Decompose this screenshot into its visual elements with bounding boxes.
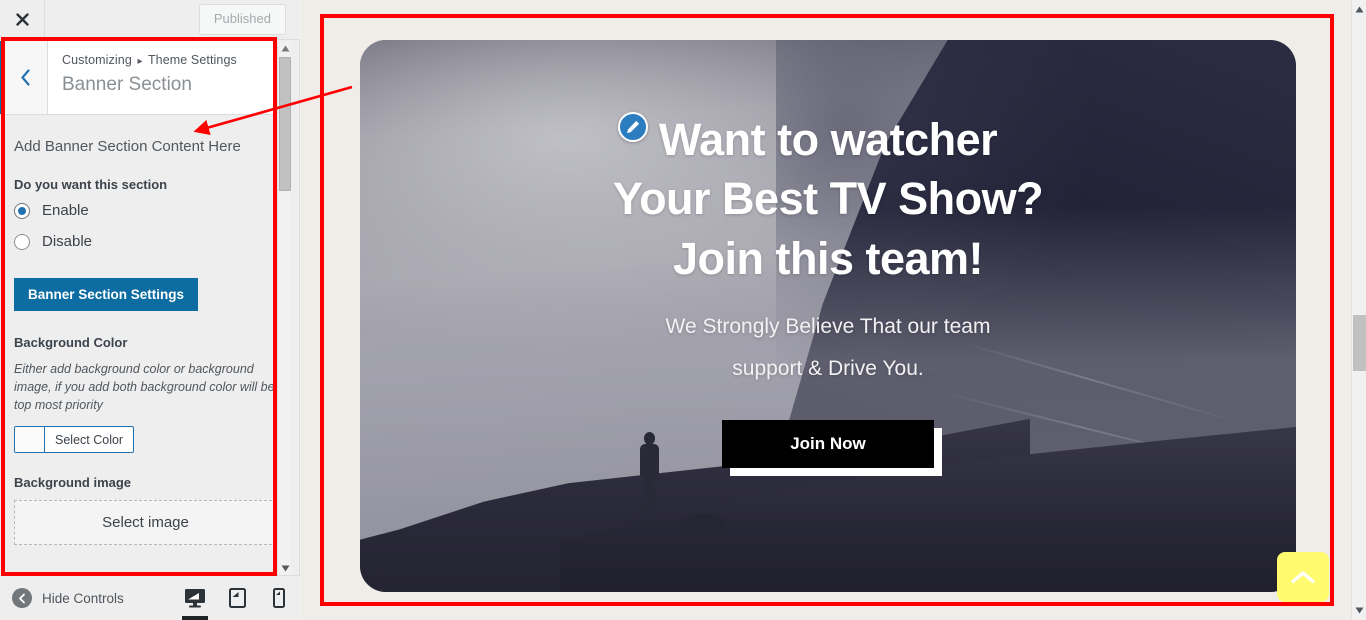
radio-disable-label: Disable [42,233,93,250]
radio-option-enable[interactable]: Enable [14,202,277,219]
background-color-description: Either add background color or backgroun… [14,362,275,413]
color-swatch [15,427,45,453]
section-toggle-label: Do you want this section [14,177,168,192]
customizer-footer: Hide Controls [0,575,300,620]
browser-scrollbar-thumb[interactable] [1353,315,1366,371]
triangle-down-icon [281,565,289,571]
controls-heading: Add Banner Section Content Here [14,138,241,155]
breadcrumb: Customizing ▸ Theme Settings [62,51,279,70]
browser-scrollbar[interactable] [1351,0,1366,620]
section-header: Customizing ▸ Theme Settings Banner Sect… [0,41,291,115]
banner-section: Want to watcher Your Best TV Show? Join … [360,40,1296,592]
background-color-label: Background Color [14,335,128,350]
radio-option-disable[interactable]: Disable [14,233,277,250]
collapse-arrow-icon [12,588,32,608]
banner-title-line-2: Your Best TV Show? [612,173,1044,225]
scroll-down-button[interactable] [278,561,292,575]
triangle-up-icon [281,45,289,51]
banner-subtitle-line-1: We Strongly Believe That our team [665,315,991,339]
breadcrumb-separator-icon: ▸ [137,56,143,67]
triangle-up-icon [1355,6,1364,13]
hide-controls-button[interactable]: Hide Controls [0,588,124,608]
browser-scroll-up-button[interactable] [1352,2,1366,17]
publish-button[interactable]: Published [198,3,286,36]
radio-enable-icon[interactable] [14,202,30,219]
banner-content: Want to watcher Your Best TV Show? Join … [360,110,1296,477]
pencil-edit-icon[interactable] [618,112,648,142]
breadcrumb-parent: Theme Settings [147,53,237,67]
customizer-header: Published [0,0,300,40]
person-leg-right [647,473,659,517]
controls-body: Add Banner Section Content Here Do you w… [0,116,291,575]
banner-cta-wrapper: Join Now [722,420,942,477]
banner-title-line-3: Join this team! [672,232,984,284]
scrollbar-thumb[interactable] [279,57,291,191]
breadcrumb-root: Customizing [62,53,132,67]
radio-enable-label: Enable [42,202,89,219]
banner-title: Want to watcher Your Best TV Show? Join … [360,110,1296,288]
chevron-left-icon [21,69,30,86]
banner-subtitle-line-2: support & Drive You. [732,357,924,381]
banner-rock [680,514,726,534]
scroll-up-button[interactable] [278,41,292,55]
banner-subtitle: We Strongly Believe That our team suppor… [360,306,1296,390]
chevron-up-icon [1291,571,1315,584]
device-button-desktop[interactable] [174,576,216,620]
back-button[interactable] [0,41,48,114]
customizer-scrollbar[interactable] [277,41,291,575]
device-button-tablet[interactable] [216,576,258,620]
section-titles: Customizing ▸ Theme Settings Banner Sect… [48,41,291,114]
scroll-to-top-button[interactable] [1277,552,1329,602]
chevron-left-small-icon [18,593,25,603]
background-image-label: Background image [14,475,132,491]
desktop-icon [185,589,205,608]
select-image-button[interactable]: Select image [14,500,277,546]
close-icon [15,13,29,26]
browser-scroll-down-button[interactable] [1352,603,1366,618]
close-customizer-button[interactable] [0,0,45,40]
select-color-label: Select Color [55,432,124,447]
banner-title-line-1: Want to watcher [658,114,998,165]
color-picker-button[interactable]: Select Color [14,426,135,454]
banner-section-settings-button[interactable]: Banner Section Settings [14,278,199,311]
screen: Published Customizing ▸ Theme Settings B… [0,0,1366,620]
pencil-icon [627,120,640,134]
site-preview: Want to watcher Your Best TV Show? Join … [301,0,1351,620]
device-button-mobile[interactable] [258,576,300,620]
device-preview-buttons [174,576,300,620]
customizer-panel: Published Customizing ▸ Theme Settings B… [0,0,300,620]
radio-disable-icon[interactable] [14,233,30,250]
section-title: Banner Section [62,73,192,95]
hide-controls-label: Hide Controls [42,590,124,606]
mobile-icon [273,588,285,608]
tablet-icon [228,588,246,608]
triangle-down-icon [1355,607,1364,614]
join-now-button[interactable]: Join Now [722,420,934,469]
